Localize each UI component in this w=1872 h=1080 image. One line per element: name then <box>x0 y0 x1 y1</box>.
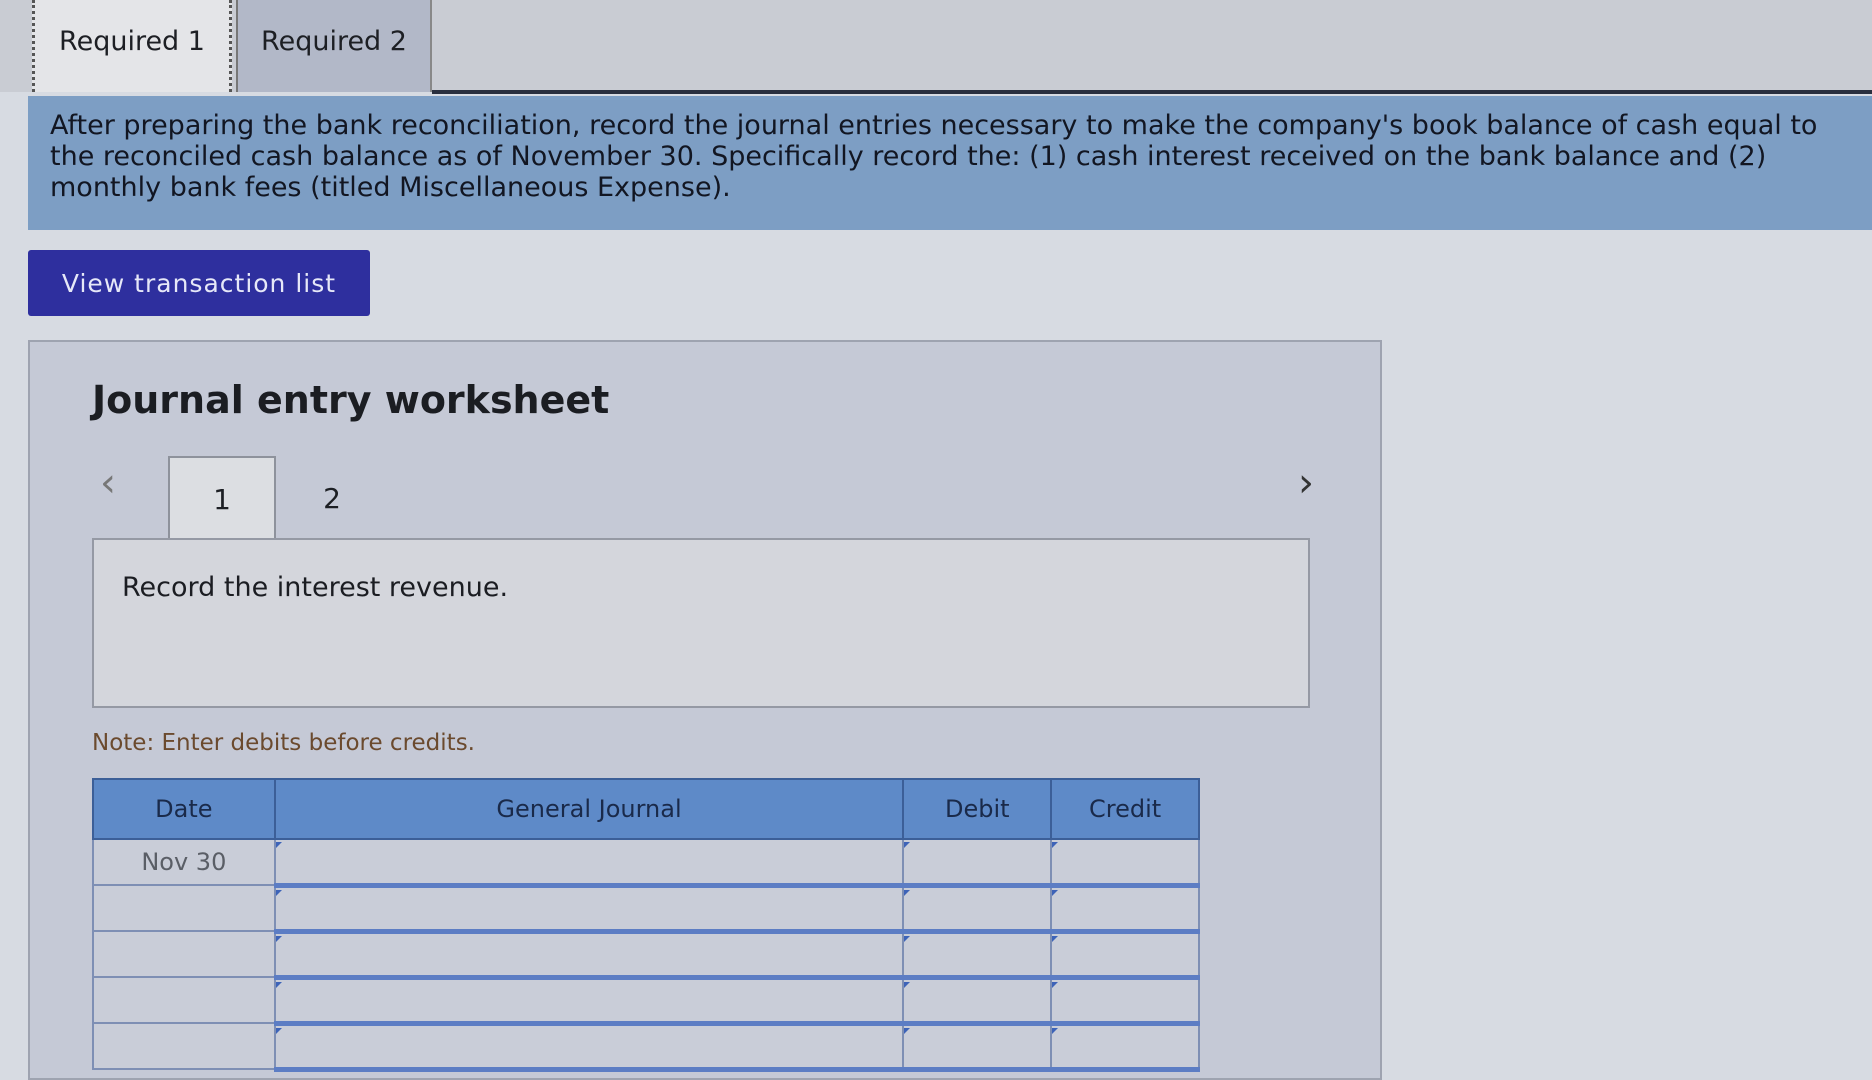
account-select[interactable] <box>273 930 905 980</box>
credit-input[interactable] <box>1050 976 1200 1026</box>
credit-input[interactable] <box>1050 884 1200 934</box>
debit-input[interactable] <box>902 838 1053 888</box>
journal-entry-worksheet: Journal entry worksheet ‹ 1 2 › Record t… <box>28 340 1382 1080</box>
debit-input[interactable] <box>902 976 1053 1026</box>
debit-input[interactable] <box>902 1022 1053 1072</box>
worksheet-title: Journal entry worksheet <box>92 378 610 422</box>
table-row: Nov 30 <box>92 838 1200 888</box>
debit-input[interactable] <box>902 884 1053 934</box>
task-text: Record the interest revenue. <box>122 572 509 603</box>
header-date: Date <box>92 778 276 840</box>
header-debit: Debit <box>902 778 1053 840</box>
chevron-left-icon[interactable]: ‹ <box>100 460 116 506</box>
tab-bar: Required 1 Required 2 <box>0 0 1872 94</box>
account-select[interactable] <box>273 1022 905 1072</box>
credit-input[interactable] <box>1050 930 1200 980</box>
date-cell[interactable] <box>92 1022 276 1070</box>
instruction-banner: After preparing the bank reconciliation,… <box>28 96 1872 230</box>
account-select[interactable] <box>273 838 905 888</box>
task-description: Record the interest revenue. <box>92 538 1310 708</box>
table-row <box>92 1022 1200 1072</box>
date-cell[interactable] <box>92 976 276 1024</box>
tab-required-1[interactable]: Required 1 <box>32 0 232 92</box>
table-row <box>92 930 1200 980</box>
debit-input[interactable] <box>902 930 1053 980</box>
chevron-right-icon[interactable]: › <box>1298 460 1314 506</box>
table-row <box>92 884 1200 934</box>
step-tab-1[interactable]: 1 <box>168 456 276 540</box>
step-tab-2[interactable]: 2 <box>278 456 386 540</box>
header-credit: Credit <box>1050 778 1200 840</box>
date-cell[interactable] <box>92 930 276 978</box>
tab-divider <box>432 90 1872 94</box>
date-cell[interactable]: Nov 30 <box>92 838 276 886</box>
table-row <box>92 976 1200 1026</box>
tab-required-2[interactable]: Required 2 <box>236 0 432 92</box>
credit-input[interactable] <box>1050 838 1200 888</box>
account-select[interactable] <box>273 884 905 934</box>
note-text: Note: Enter debits before credits. <box>92 730 475 756</box>
date-cell[interactable] <box>92 884 276 932</box>
journal-table: Date General Journal Debit Credit Nov 30 <box>92 778 1200 1072</box>
credit-input[interactable] <box>1050 1022 1200 1072</box>
header-general-journal: General Journal <box>273 778 905 840</box>
account-select[interactable] <box>273 976 905 1026</box>
view-transaction-list-button[interactable]: View transaction list <box>28 250 370 316</box>
